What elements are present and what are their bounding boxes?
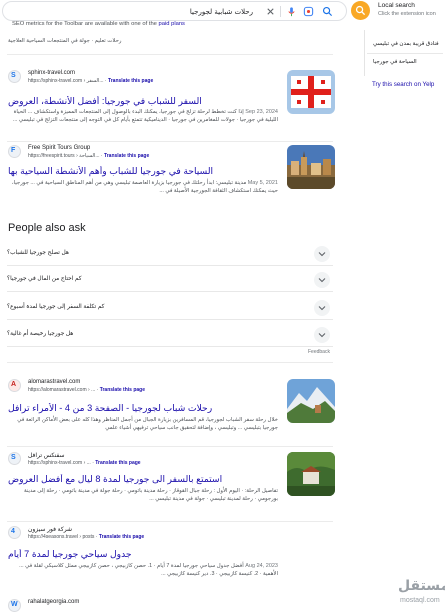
result-title[interactable]: جدول سياحي جورجيا لمدة 7 أيام <box>8 549 283 560</box>
result-date: Aug 24, 2023 <box>245 563 278 569</box>
site-url: https://sphinx-travel.com › السفر... · T… <box>28 78 154 84</box>
site-name: alomarastravel.com <box>28 379 81 385</box>
lens-icon[interactable] <box>303 6 314 17</box>
chevron-down-icon[interactable] <box>314 272 330 288</box>
site-name: Free Spirit Tours Group <box>28 145 91 151</box>
local-search-subtitle: Click the extension icon <box>378 11 436 17</box>
site-favicon-icon: A <box>8 379 21 392</box>
site-url: https://4seasons.travel › posts · Transl… <box>28 534 145 540</box>
magnifier-icon <box>355 5 366 16</box>
divider <box>7 446 333 447</box>
result-source[interactable]: 4 شركة فور سيزون https://4seasons.travel… <box>8 526 238 540</box>
search-box[interactable] <box>2 1 347 21</box>
result-snippet: خلال رحلة سفر الشباب لجورجيا، قم المسافر… <box>17 417 278 431</box>
result-snippet: تفاصيل الرحلة: · اليوم الأول : رحلة جبال… <box>24 488 278 502</box>
clear-icon[interactable] <box>265 6 276 17</box>
result-source[interactable]: A alomarastravel.com https://alomarastra… <box>8 379 238 393</box>
result-date: May 5, 2021 <box>247 180 278 186</box>
site-favicon-icon: 4 <box>8 526 21 539</box>
result-source[interactable]: S sphinx-travel.com https://sphinx-trave… <box>8 70 238 84</box>
site-favicon-icon: S <box>8 70 21 83</box>
local-search-title: Local search <box>378 2 415 9</box>
site-url: https://sphinx-travel.com › ... · Transl… <box>28 460 141 466</box>
tbilisi-city-image <box>287 145 335 189</box>
paa-question[interactable]: هل تصلح جورجيا للشباب؟ <box>7 242 333 266</box>
search-result: W rahalatgeorgia.com <box>8 599 338 613</box>
local-suggestion[interactable]: فنادق قريبة بمدن في تبليسي <box>373 41 439 47</box>
result-snippet: Aug 24, 2023 أفضل جدول سياحي جورجيا لمدة… <box>19 563 278 577</box>
site-name: rahalatgeorgia.com <box>28 599 80 605</box>
result-source[interactable]: S سفنكس ترافل https://sphinx-travel.com … <box>8 452 238 466</box>
divider <box>7 141 333 142</box>
result-thumbnail[interactable] <box>287 70 335 114</box>
extension-search-button[interactable] <box>351 1 370 20</box>
translate-link[interactable]: Translate this page <box>99 534 144 540</box>
local-search-panel: Local search Click the extension icon <box>373 0 445 20</box>
watermark-latin: mostaql.com <box>400 597 440 604</box>
result-thumbnail[interactable] <box>287 452 335 496</box>
divider <box>280 6 281 17</box>
divider <box>7 362 333 363</box>
people-also-ask-title: People also ask <box>8 222 86 234</box>
result-title[interactable]: استمتع بالسفر الى جورجيا لمدة 8 ليال مع … <box>8 474 283 485</box>
site-name: سفنكس ترافل <box>28 453 65 459</box>
result-thumbnail[interactable] <box>287 379 335 423</box>
paa-question[interactable]: كم تكلفة السفر إلى جورجيا لمدة أسبوع؟ <box>7 296 333 320</box>
divider <box>367 53 443 54</box>
result-source[interactable]: F Free Spirit Tours Group https://freesp… <box>8 145 238 159</box>
result-title[interactable]: السفر للشباب في جورجيا: أفضل الأنشطة، ال… <box>8 96 283 107</box>
site-favicon-icon: W <box>8 599 21 612</box>
chevron-down-icon[interactable] <box>314 327 330 343</box>
translate-link[interactable]: Translate this page <box>100 387 145 393</box>
paa-question-text: كم احتاج من المال في جورجيا؟ <box>7 276 82 282</box>
site-name: sphinx-travel.com <box>28 70 76 76</box>
result-snippet: May 5, 2021 مدينة تبليسي: ابدأ رحلتك في … <box>11 180 278 194</box>
paa-question[interactable]: هل جورجيا رخيصة أم غالية؟ <box>7 323 333 347</box>
seo-notice: SEO metrics for the Toolbar are availabl… <box>12 21 185 27</box>
search-bar <box>0 0 370 22</box>
green-valley-image <box>287 452 335 496</box>
chevron-down-icon[interactable] <box>314 246 330 262</box>
result-source[interactable]: W rahalatgeorgia.com <box>8 599 238 613</box>
georgia-flag-image <box>287 70 335 114</box>
site-name: شركة فور سيزون <box>28 527 73 533</box>
paa-question-text: هل تصلح جورجيا للشباب؟ <box>7 250 69 256</box>
try-yelp-link[interactable]: Try this search on Yelp <box>372 81 434 88</box>
paa-question-text: هل جورجيا رخيصة أم غالية؟ <box>7 331 74 337</box>
paa-question[interactable]: كم احتاج من المال في جورجيا؟ <box>7 268 333 292</box>
chevron-down-icon[interactable] <box>314 300 330 316</box>
result-snippet: Sep 23, 2024 إذا كنت تخطط لرحلة تزلج في … <box>12 109 278 123</box>
seo-text: SEO metrics for the Toolbar are availabl… <box>12 21 157 27</box>
local-suggestion[interactable]: السياحة في جورجيا <box>373 59 417 65</box>
site-url: https://freespirit.tours › السياحة... · … <box>28 153 150 159</box>
paa-question-text: كم تكلفة السفر إلى جورجيا لمدة أسبوع؟ <box>7 304 105 310</box>
search-icon[interactable] <box>322 6 333 17</box>
result-date: Sep 23, 2024 <box>245 109 278 115</box>
site-favicon-icon: S <box>8 452 21 465</box>
translate-link[interactable]: Translate this page <box>95 460 140 466</box>
divider <box>7 54 333 55</box>
watermark-logo: مستقل mostaql.com <box>398 577 445 611</box>
divider <box>7 521 333 522</box>
feedback-link[interactable]: Feedback <box>308 349 330 355</box>
search-result: 4 شركة فور سيزون https://4seasons.travel… <box>8 526 338 588</box>
translate-link[interactable]: Translate this page <box>108 78 153 84</box>
watermark-arabic: مستقل <box>398 577 445 593</box>
result-title[interactable]: السياحة في جورجيا للشباب وأهم الأنشطة ال… <box>8 166 283 177</box>
translate-link[interactable]: Translate this page <box>104 153 149 159</box>
previous-result-snippet: رحلات تعليم · جولة في المنتجعات السياحية… <box>8 38 122 44</box>
result-title[interactable]: رحلات شباب لجورجيا - الصفحة 3 من 4 - الأ… <box>8 403 283 414</box>
search-input[interactable] <box>13 5 253 18</box>
mic-icon[interactable] <box>286 6 297 17</box>
site-url: https://alomarastravel.com › ... · Trans… <box>28 387 145 393</box>
paid-plans-link[interactable]: paid plans <box>159 21 185 27</box>
local-suggestions: فنادق قريبة بمدن في تبليسي السياحة في جو… <box>364 30 445 76</box>
mountains-image <box>287 379 335 423</box>
site-favicon-icon: F <box>8 145 21 158</box>
result-thumbnail[interactable] <box>287 145 335 189</box>
